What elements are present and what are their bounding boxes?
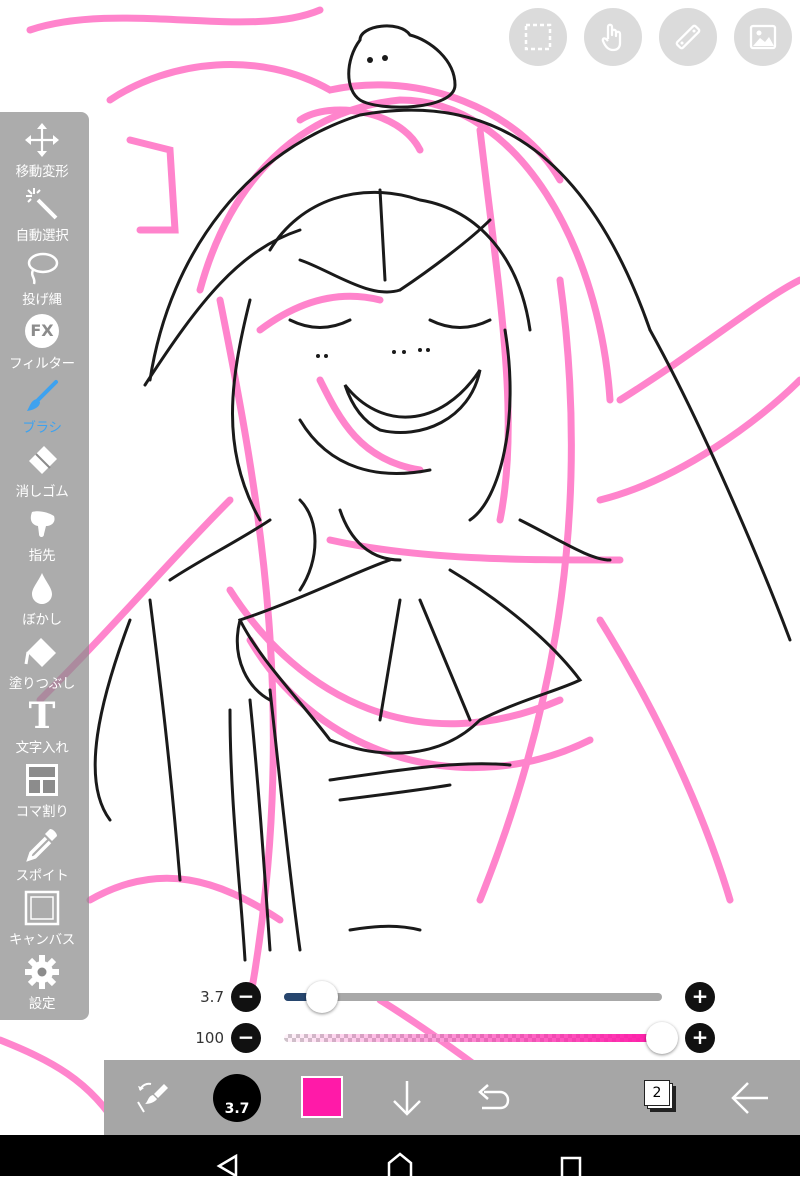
tool-auto-select[interactable]: 自動選択 [0,186,89,250]
opacity-fill [284,1034,662,1042]
image-button[interactable] [734,8,792,66]
hand-tool-button[interactable] [584,8,642,66]
tool-filter[interactable]: FX フィルター [0,314,89,378]
tool-finger[interactable]: 指先 [0,506,89,570]
tool-label: コマ割り [15,804,69,820]
brush-size-track[interactable] [284,993,662,1001]
back-arrow-icon[interactable] [730,1080,770,1116]
layer-count: 2 [644,1080,670,1106]
layer-down-arrow-icon[interactable] [390,1078,424,1118]
tool-label: ブラシ [22,420,62,436]
brush-size-decrease-button[interactable]: − [231,982,261,1012]
brush-size-thumb[interactable] [305,981,338,1013]
selection-icon [524,23,552,51]
ruler-icon [675,24,701,50]
current-color-swatch[interactable] [301,1076,343,1118]
finger-icon [30,511,55,537]
bucket-icon [24,638,56,667]
ruler-button[interactable] [659,8,717,66]
tool-label: ぼかし [22,612,62,628]
opacity-thumb[interactable] [646,1022,678,1054]
tool-label: 指先 [28,548,56,564]
tool-lasso[interactable]: 投げ縄 [0,250,89,314]
tool-fill[interactable]: 塗りつぶし [0,634,89,698]
hand-icon [601,23,622,52]
tool-label: 投げ縄 [22,292,62,308]
tool-label: スポイト [15,868,69,884]
tool-label: 塗りつぶし [8,676,76,692]
layers-button[interactable]: 2 [644,1080,680,1116]
undo-icon[interactable] [474,1082,510,1114]
fx-icon: FX [25,314,59,348]
opacity-increase-button[interactable]: + [685,1023,715,1053]
brush-size-increase-button[interactable]: + [685,982,715,1012]
blur-drop-icon [32,573,52,604]
system-navigation-bar [0,1135,800,1177]
brush-size-value: 3.7 [200,988,224,1006]
opacity-slider[interactable]: 100 − + [180,1022,720,1054]
canvas-icon [24,890,60,926]
text-icon: T [28,695,56,737]
lasso-icon [27,252,59,285]
brush-preview-size: 3.7 [224,1101,250,1117]
opacity-value: 100 [195,1029,224,1047]
drawing-canvas[interactable] [0,0,800,1135]
eyedropper-icon [26,829,57,862]
selection-button[interactable] [509,8,567,66]
tool-eraser[interactable]: 消しゴム [0,442,89,506]
tool-eyedropper[interactable]: スポイト [0,826,89,890]
magic-wand-icon [26,188,58,220]
tool-label: 設定 [28,996,56,1012]
nav-back-icon[interactable] [214,1153,242,1177]
tool-canvas[interactable]: キャンバス [0,890,89,954]
bottom-action-bar: 3.7 2 [104,1060,800,1135]
nav-home-icon[interactable] [386,1151,414,1177]
tool-move-transform[interactable]: 移動変形 [0,122,89,186]
tool-label: 文字入れ [15,740,69,756]
tool-settings[interactable]: 設定 [0,954,89,1018]
tool-label: 消しゴム [15,484,69,500]
eraser-icon [29,446,57,474]
tool-frame-divide[interactable]: コマ割り [0,762,89,826]
tool-label: キャンバス [9,932,75,948]
brush-preview[interactable]: 3.7 [213,1074,261,1122]
swap-tool-icon[interactable] [134,1080,172,1116]
tool-label: 移動変形 [15,164,69,180]
tool-blur[interactable]: ぼかし [0,570,89,634]
tool-label: フィルター [9,356,75,372]
tool-brush[interactable]: ブラシ [0,378,89,442]
frame-divide-icon [26,764,58,796]
move-icon [25,123,59,157]
tool-text[interactable]: T 文字入れ [0,698,89,762]
opacity-decrease-button[interactable]: − [231,1023,261,1053]
brush-size-slider[interactable]: 3.7 − + [180,981,720,1013]
nav-recents-icon[interactable] [559,1155,583,1177]
brush-icon [27,380,58,411]
image-icon [749,24,777,50]
tool-sidebar: 移動変形 自動選択 投げ縄 FX フィルター ブラシ 消しゴム 指先 ぼかし 塗… [0,112,89,1020]
gear-icon [25,955,59,989]
tool-label: 自動選択 [15,228,69,244]
